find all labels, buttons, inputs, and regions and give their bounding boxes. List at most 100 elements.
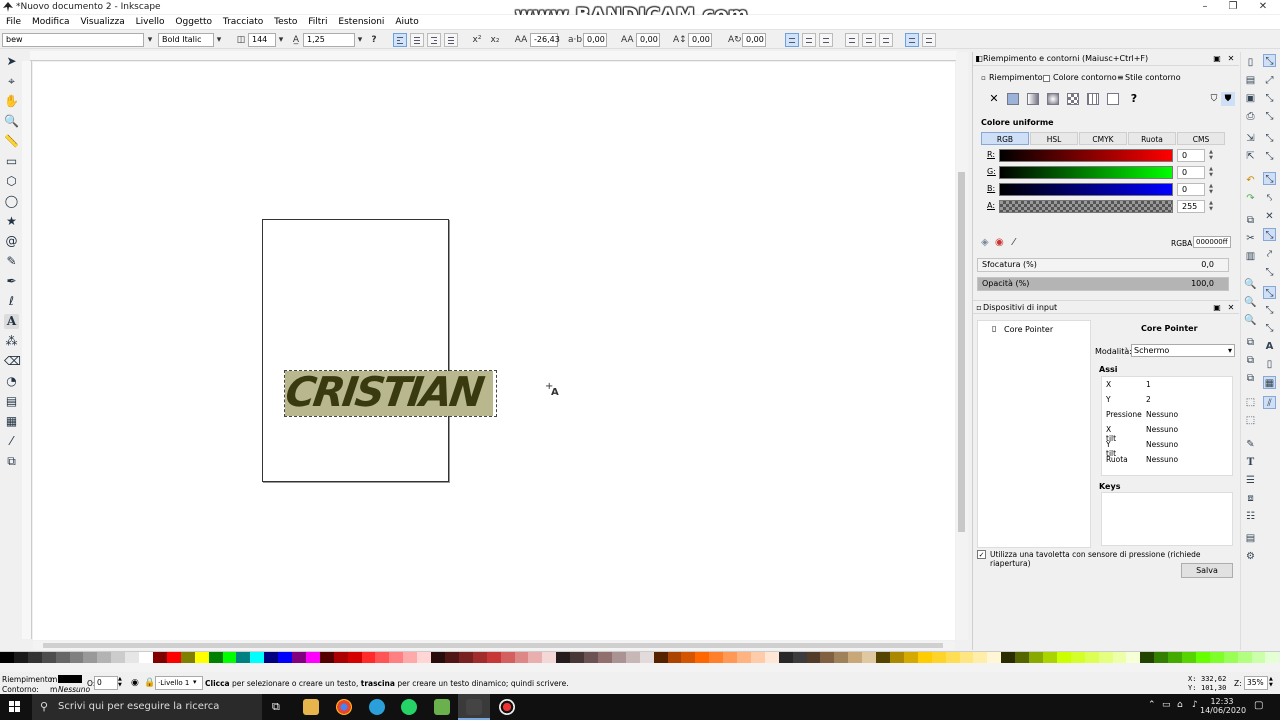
kerning-input[interactable]: 0,00 [636, 33, 660, 47]
tweak-tool-icon[interactable]: ✋ [4, 94, 19, 109]
tab-cms[interactable]: CMS [1177, 132, 1225, 145]
bandicam-icon[interactable] [499, 699, 515, 715]
menu-oggetto[interactable]: Oggetto [175, 15, 212, 30]
zoom-page-icon[interactable]: 🔍 [1244, 314, 1257, 327]
menu-livello[interactable]: Livello [136, 15, 165, 30]
input-panel-undock-icon[interactable]: ▣ [1213, 304, 1221, 312]
tab-ruota[interactable]: Ruota [1128, 132, 1176, 145]
canvas-text-object[interactable]: CRISTIAN [283, 368, 485, 416]
panel-close-icon[interactable]: ✕ [1227, 55, 1235, 63]
blue-spin-icon[interactable]: ▲ ▼ [1207, 183, 1215, 196]
mesh-tool-icon[interactable]: ▦ [4, 414, 19, 429]
group-icon[interactable]: ⬚ [1244, 396, 1257, 409]
print-icon[interactable]: ⎙ [1244, 110, 1257, 123]
node-tool-icon[interactable]: ⌖ [4, 74, 19, 89]
alpha-value-input[interactable]: 255 [1177, 200, 1205, 213]
bucket-tool-icon[interactable]: ◔ [4, 374, 19, 389]
align-center-button[interactable] [410, 33, 424, 47]
fill-swatch[interactable] [58, 675, 82, 683]
tray-expand-icon[interactable]: ⌃ [1148, 700, 1156, 710]
snap-page-border-icon[interactable]: ▯ [1263, 358, 1276, 371]
snap-bbox-edge-icon[interactable]: ⤡ [1263, 92, 1276, 105]
pencil-tool-icon[interactable]: ✎ [4, 254, 19, 269]
notifications-icon[interactable]: ▢ [1254, 700, 1263, 711]
vertical-scrollbar[interactable] [956, 52, 968, 640]
eraser-tool-icon[interactable]: ⌫ [4, 354, 21, 369]
radial-gradient-icon[interactable] [1047, 93, 1059, 105]
save-file-icon[interactable]: ▣ [1244, 92, 1257, 105]
3d-box-tool-icon[interactable]: ⬡ [4, 174, 19, 189]
opacity-slider[interactable]: Opacità (%) 100,0 [977, 277, 1229, 291]
clone-icon[interactable]: ⧉ [1244, 354, 1257, 367]
spiral-tool-icon[interactable]: @ [4, 234, 19, 249]
chrome-icon[interactable] [336, 699, 352, 715]
linear-gradient-icon[interactable] [1027, 93, 1039, 105]
line-spacing-input[interactable]: 1,25 [303, 33, 355, 47]
mesh-gradient-icon[interactable] [1067, 93, 1079, 105]
snap-text-button[interactable] [905, 33, 919, 47]
battery-icon[interactable]: ▭ [1162, 700, 1171, 710]
stroke-none-label[interactable]: Nessuno [58, 685, 90, 694]
snap-enable-icon[interactable]: ⤡ [1263, 54, 1276, 67]
no-paint-icon[interactable]: ✕ [987, 92, 1001, 106]
font-size-dropdown-icon[interactable]: ▾ [276, 33, 286, 47]
font-style-dropdown-icon[interactable]: ▾ [214, 33, 224, 47]
alpha-slider[interactable] [999, 200, 1173, 213]
undo-icon[interactable]: ↶ [1244, 174, 1257, 187]
superscript-icon[interactable]: x² [470, 33, 484, 47]
fill-stroke-dialog-icon[interactable]: ✎ [1244, 438, 1257, 451]
file-explorer-icon[interactable] [303, 699, 319, 715]
letter-spacing-input[interactable]: -26,43 [530, 33, 560, 47]
unlink-clone-icon[interactable]: ⧉ [1244, 372, 1257, 385]
font-style-select[interactable]: Bold Italic [158, 33, 214, 47]
snap-corner-icon[interactable]: ⤡ [1263, 110, 1276, 123]
snap-guide-icon[interactable]: ⫽ [1263, 396, 1276, 409]
word-spacing-input[interactable]: 0,00 [583, 33, 607, 47]
task-view-icon[interactable]: ⧉ [272, 700, 280, 714]
save-button[interactable]: Salva [1181, 563, 1233, 578]
rgba-input[interactable]: 000000ff [1193, 236, 1231, 248]
zoom-tool-icon[interactable]: 🔍 [4, 114, 19, 129]
blue-value-input[interactable]: 0 [1177, 183, 1205, 196]
menu-filtri[interactable]: Filtri [308, 15, 327, 30]
swatch-icon[interactable] [1107, 93, 1119, 105]
menu-modifica[interactable]: Modifica [32, 15, 70, 30]
whatsapp-icon[interactable] [401, 699, 417, 715]
taskbar-search-box[interactable]: ⚲ Scrivi qui per eseguire la ricerca [32, 694, 262, 720]
tab-cmyk[interactable]: CMYK [1079, 132, 1127, 145]
green-spin-icon[interactable]: ▲ ▼ [1207, 166, 1215, 179]
snap-intersection-icon[interactable]: ✕ [1263, 210, 1276, 223]
align-right-button[interactable] [427, 33, 441, 47]
measure-tool-icon[interactable]: 📏 [4, 134, 19, 149]
inkscape-taskbar-item[interactable] [458, 694, 490, 720]
menu-estensioni[interactable]: Estensioni [338, 15, 384, 30]
flat-color-icon[interactable] [1007, 93, 1019, 105]
duplicate-icon[interactable]: ⧉ [1244, 336, 1257, 349]
snap-midpoint-icon[interactable]: ⤡ [1263, 132, 1276, 145]
snap-cusp-icon[interactable]: ⤡ [1263, 228, 1276, 241]
green-value-input[interactable]: 0 [1177, 166, 1205, 179]
green-slider[interactable] [999, 166, 1173, 179]
menu-tracciato[interactable]: Tracciato [223, 15, 263, 30]
text-flow-button[interactable] [879, 33, 893, 47]
tab-colore-contorno[interactable]: Colore contorno [1053, 73, 1117, 82]
redo-icon[interactable]: ↷ [1244, 192, 1257, 205]
snap-rotation-center-icon[interactable]: ⤡ [1263, 304, 1276, 317]
blur-slider[interactable]: Sfocatura (%) 0,0 [977, 258, 1229, 272]
keys-list[interactable] [1101, 492, 1233, 546]
panel-undock-icon[interactable]: ▣ [1213, 55, 1221, 63]
snap-object-center-icon[interactable]: ⤡ [1263, 286, 1276, 299]
snap-path-icon[interactable]: ⤣ [1263, 192, 1276, 205]
document-properties-icon[interactable]: ▤ [1244, 532, 1257, 545]
menu-file[interactable]: File [6, 15, 21, 30]
text-font-dialog-icon[interactable]: T [1244, 456, 1257, 469]
rotation-input[interactable]: 0,00 [742, 33, 766, 47]
opacity-input[interactable]: 0 [94, 676, 118, 690]
unset-paint-icon[interactable]: ? [1127, 92, 1141, 106]
horizontal-text-button[interactable] [785, 33, 799, 47]
cut-icon[interactable]: ✂ [1244, 232, 1257, 245]
snap-nodes-icon[interactable]: ⤡ [1263, 172, 1276, 185]
color-palette[interactable] [0, 651, 1280, 664]
utorrent-icon[interactable] [434, 699, 450, 715]
pattern-icon[interactable] [1087, 93, 1099, 105]
